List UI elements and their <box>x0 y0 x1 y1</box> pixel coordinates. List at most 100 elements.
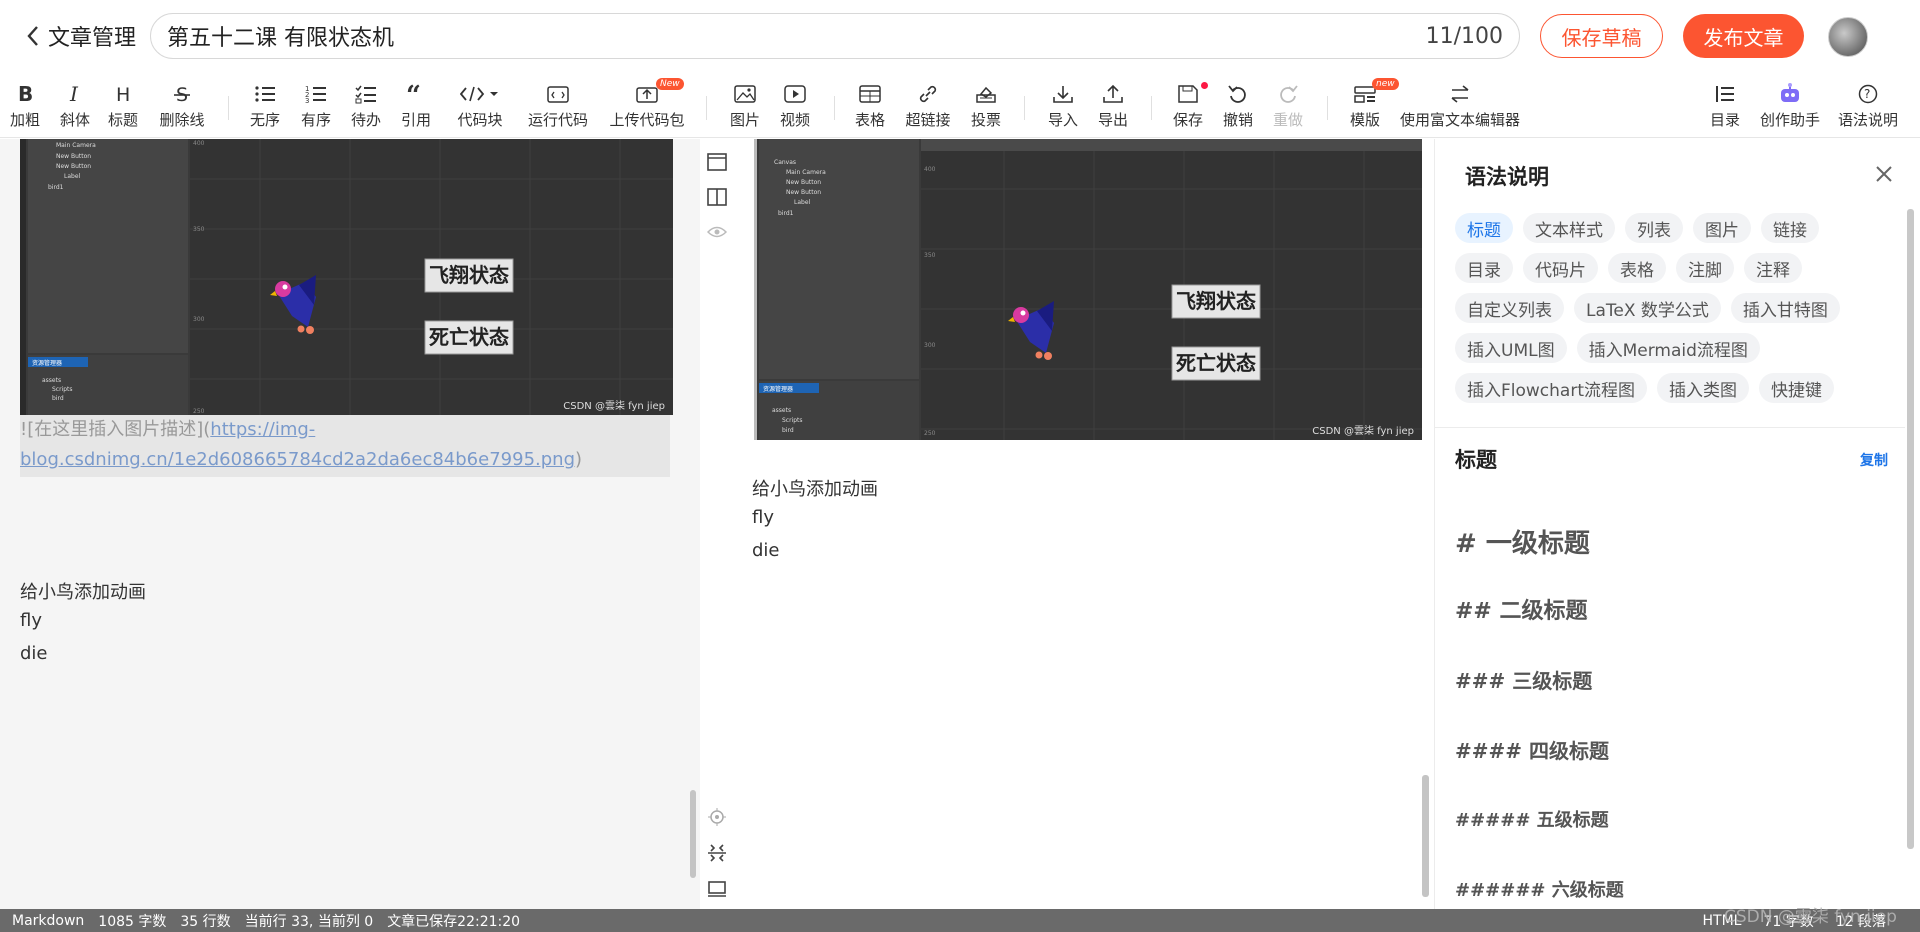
save-icon <box>1177 80 1199 108</box>
preview-eye-icon[interactable] <box>706 221 728 243</box>
md-image-suffix: ) <box>575 449 583 470</box>
image-markdown-syntax[interactable]: ![在这里插入图片描述](https://img- blog.csdnimg.c… <box>20 415 670 477</box>
tag-comment[interactable]: 注释 <box>1744 253 1802 283</box>
tag-link[interactable]: 链接 <box>1761 213 1819 243</box>
save-tool[interactable]: 保存 <box>1171 80 1208 132</box>
image-tool[interactable]: 图片 <box>728 80 762 132</box>
template-tool[interactable]: 模版 new <box>1348 78 1399 132</box>
save-draft-button[interactable]: 保存草稿 <box>1540 14 1663 58</box>
rich-editor-tool[interactable]: 使用富文本编辑器 <box>1398 80 1522 132</box>
heading-example-h4: #### 四级标题 <box>1455 739 1609 763</box>
editor-scrollbar[interactable] <box>690 790 696 878</box>
heading-example-h3: ### 三级标题 <box>1455 669 1593 693</box>
tag-table[interactable]: 表格 <box>1608 253 1666 283</box>
assets-bird: bird <box>52 395 64 402</box>
table-tool[interactable]: 表格 <box>853 80 887 132</box>
preview-scrollbar[interactable] <box>1422 775 1429 897</box>
robot-icon <box>1778 80 1802 108</box>
svg-text:“: “ <box>406 84 421 104</box>
export-tool[interactable]: 导出 <box>1096 80 1130 132</box>
status-chars: 1085 字数 <box>98 913 167 930</box>
syntax-help-panel: 语法说明 标题 文本样式 列表 图片 链接 目录 代码片 表格 注脚 注释 自定… <box>1434 139 1920 909</box>
axis-400: 400 <box>193 140 205 147</box>
quote-tool[interactable]: “ 引用 <box>399 80 433 132</box>
md-image-url-1[interactable]: https://img- <box>210 419 315 440</box>
svg-text:S: S <box>176 84 188 104</box>
code-icon <box>460 80 500 108</box>
fly-state-button-text: 飞翔状态 <box>429 263 509 287</box>
codeblock-tool[interactable]: 代码块 <box>455 80 505 132</box>
tag-text-style[interactable]: 文本样式 <box>1523 213 1615 243</box>
tag-latex[interactable]: LaTeX 数学公式 <box>1574 293 1721 323</box>
tag-toc[interactable]: 目录 <box>1455 253 1513 283</box>
avatar[interactable] <box>1828 17 1868 57</box>
strike-label: 删除线 <box>159 111 205 129</box>
layout-single-icon[interactable] <box>706 151 728 173</box>
vote-tool[interactable]: 投票 <box>969 80 1003 132</box>
hierarchy-label: Label <box>64 173 81 180</box>
md-image-url-2[interactable]: blog.csdnimg.cn/1e2d608665784cd2a2da6ec8… <box>20 449 575 470</box>
undo-tool[interactable]: 撤销 <box>1221 80 1255 132</box>
tag-custom-list[interactable]: 自定义列表 <box>1455 293 1564 323</box>
bold-tool[interactable]: B 加粗 <box>8 80 42 132</box>
hyperlink-tool[interactable]: 超链接 <box>904 80 952 132</box>
locate-cursor-icon[interactable] <box>706 806 728 828</box>
upload-code-tool[interactable]: 上传代码包 New <box>608 78 686 132</box>
quote-icon: “ <box>405 80 427 108</box>
template-label: 模版 <box>1349 111 1380 129</box>
image-icon <box>734 80 756 108</box>
toc-icon <box>1714 80 1736 108</box>
copy-button[interactable]: 复制 <box>1860 450 1888 470</box>
import-tool[interactable]: 导入 <box>1046 80 1080 132</box>
italic-label: 斜体 <box>59 111 90 129</box>
tag-flowchart[interactable]: 插入Flowchart流程图 <box>1455 373 1647 403</box>
import-icon <box>1052 80 1074 108</box>
tag-uml[interactable]: 插入UML图 <box>1455 333 1567 363</box>
status-bar: Markdown 1085 字数 35 行数 当前行 33, 当前列 0 文章已… <box>0 909 1920 932</box>
tag-mermaid[interactable]: 插入Mermaid流程图 <box>1576 333 1760 363</box>
ordered-label: 有序 <box>300 111 331 129</box>
title-field[interactable]: 11/100 <box>150 13 1520 59</box>
title-input[interactable] <box>167 23 1416 49</box>
bold-icon: B <box>16 80 34 108</box>
todo-tool[interactable]: 待办 <box>349 80 383 132</box>
heading-example-h6: ###### 六级标题 <box>1455 880 1624 901</box>
pv-hierarchy-bird: bird1 <box>778 210 794 217</box>
tag-image[interactable]: 图片 <box>1693 213 1751 243</box>
image-credit: CSDN @雲柒 fyn jiep <box>563 399 665 412</box>
markdown-editor[interactable]: Main Camera New Button New Button Label … <box>0 139 700 909</box>
tag-footnote[interactable]: 注脚 <box>1676 253 1734 283</box>
close-icon[interactable] <box>1875 165 1893 187</box>
tag-shortcuts[interactable]: 快捷键 <box>1759 373 1834 403</box>
pv-axis-350: 350 <box>924 252 936 259</box>
tag-code[interactable]: 代码片 <box>1523 253 1598 283</box>
markdown-preview: Canvas Main Camera New Button New Button… <box>732 139 1434 909</box>
sync-scroll-icon[interactable] <box>706 842 728 864</box>
run-code-tool[interactable]: 运行代码 <box>526 80 590 132</box>
tag-list[interactable]: 列表 <box>1625 213 1683 243</box>
back-button[interactable]: 文章管理 <box>26 20 136 52</box>
fullscreen-icon[interactable] <box>706 878 728 900</box>
hierarchy-button-2: New Button <box>56 163 91 170</box>
publish-button[interactable]: 发布文章 <box>1683 14 1804 58</box>
redo-tool[interactable]: 重做 <box>1271 80 1305 132</box>
ordered-list-tool[interactable]: 123 有序 <box>299 80 333 132</box>
assistant-tool[interactable]: 创作助手 <box>1758 80 1822 132</box>
heading-tool[interactable]: H 标题 <box>106 80 140 132</box>
strike-tool[interactable]: S 删除线 <box>158 80 206 132</box>
unordered-list-tool[interactable]: 无序 <box>248 80 282 132</box>
redo-label: 重做 <box>1272 111 1303 129</box>
video-tool[interactable]: 视频 <box>778 80 812 132</box>
run-code-label: 运行代码 <box>527 111 588 129</box>
export-label: 导出 <box>1097 111 1128 129</box>
toc-tool[interactable]: 目录 <box>1708 80 1742 132</box>
layout-split-icon[interactable] <box>706 186 728 208</box>
tag-heading[interactable]: 标题 <box>1455 213 1513 243</box>
help-icon: ? <box>1857 80 1879 108</box>
italic-tool[interactable]: I 斜体 <box>58 80 92 132</box>
syntax-help-tool[interactable]: ? 语法说明 <box>1836 80 1900 132</box>
rich-editor-label: 使用富文本编辑器 <box>1399 111 1520 129</box>
panel-scrollbar[interactable] <box>1907 209 1914 849</box>
tag-gantt[interactable]: 插入甘特图 <box>1730 293 1840 323</box>
tag-class-diagram[interactable]: 插入类图 <box>1657 373 1749 403</box>
